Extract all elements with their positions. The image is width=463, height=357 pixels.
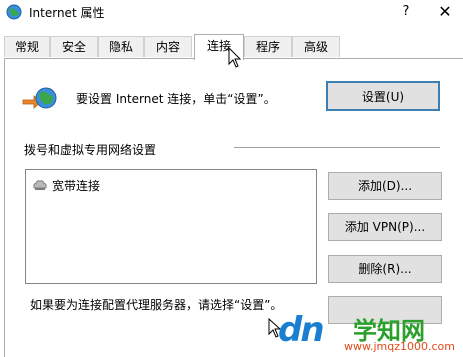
globe-setup-icon <box>22 87 57 109</box>
close-button[interactable]: ✕ <box>435 2 455 22</box>
watermark: dn 学知网 www.jmqz1000.com <box>278 308 463 356</box>
broadband-connection-icon <box>33 180 47 190</box>
setup-button[interactable]: 设置(U) <box>326 81 440 111</box>
internet-options-icon <box>6 4 22 20</box>
section-divider <box>234 147 440 148</box>
list-item-label: 宽带连接 <box>52 179 101 193</box>
mouse-pointer-icon <box>228 47 242 68</box>
help-button[interactable]: ? <box>396 2 416 22</box>
window-title: Internet 属性 <box>29 6 105 20</box>
add-vpn-button[interactable]: 添加 VPN(P)... <box>328 213 442 241</box>
delete-button[interactable]: 删除(R)... <box>328 255 442 283</box>
add-button[interactable]: 添加(D)... <box>328 172 442 200</box>
tab-advanced[interactable]: 高级 <box>292 36 340 57</box>
tab-privacy[interactable]: 隐私 <box>98 36 144 57</box>
setup-instruction: 要设置 Internet 连接，单击“设置”。 <box>76 92 276 106</box>
tab-general[interactable]: 常规 <box>4 36 50 57</box>
dialup-section-label: 拨号和虚拟专用网络设置 <box>24 143 157 157</box>
tab-programs[interactable]: 程序 <box>244 36 292 57</box>
tab-security[interactable]: 安全 <box>50 36 98 57</box>
title-bar: Internet 属性 ? ✕ <box>0 0 463 28</box>
proxy-instruction: 如果要为连接配置代理服务器，请选择“设置”。 <box>30 298 283 312</box>
tab-content[interactable]: 内容 <box>144 36 192 57</box>
watermark-logo: dn <box>278 310 325 350</box>
connection-list[interactable]: 宽带连接 <box>25 169 317 284</box>
watermark-url: www.jmqz1000.com <box>344 340 455 353</box>
